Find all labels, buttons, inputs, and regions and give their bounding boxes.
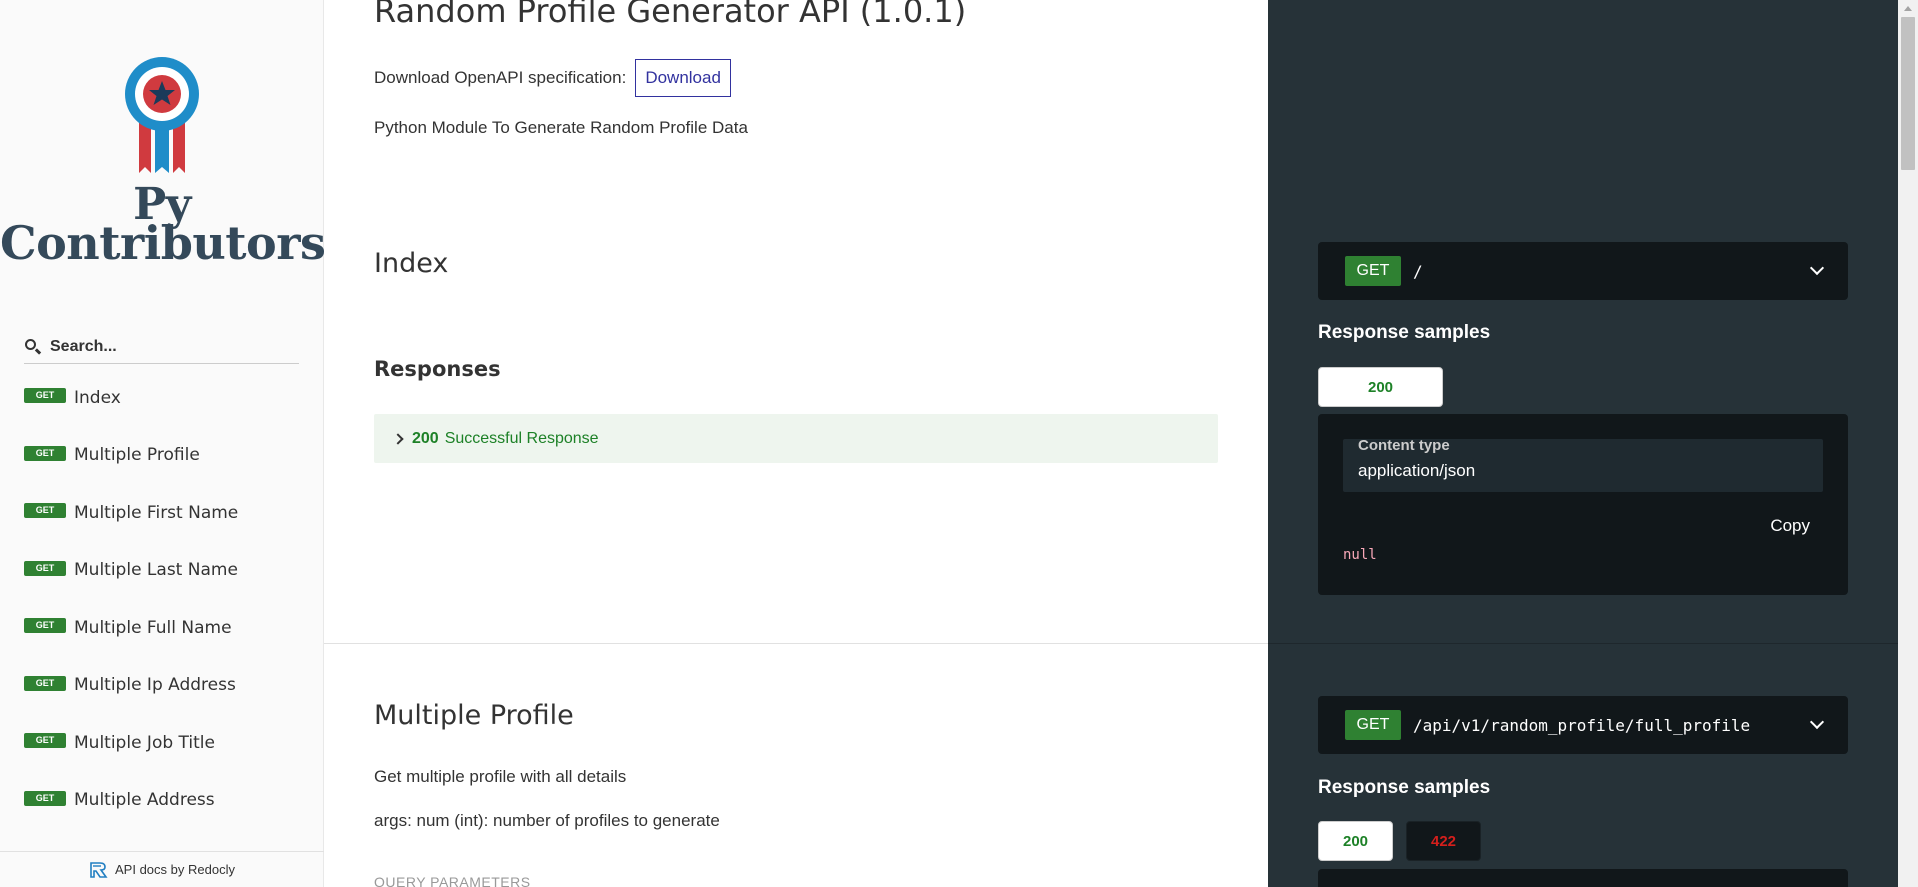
method-badge: GET (1345, 256, 1401, 286)
sidebar-nav: GET Index GET Multiple Profile GET Multi… (0, 369, 324, 829)
sidebar-item-index[interactable]: GET Index (0, 369, 324, 427)
page-scrollbar[interactable] (1898, 0, 1918, 887)
search-input[interactable] (50, 337, 290, 356)
content-type-value: application/json (1358, 461, 1476, 480)
sidebar-item-label: Multiple Last Name (74, 560, 238, 581)
sidebar-item-label: Index (74, 387, 121, 408)
api-description: Python Module To Generate Random Profile… (374, 118, 748, 137)
endpoint-bar-index[interactable]: GET / (1318, 242, 1848, 300)
chevron-down-icon (1809, 714, 1825, 730)
sidebar: Py Contributors GET Index GET Multiple P… (0, 0, 326, 887)
copy-button[interactable]: Copy (1770, 516, 1810, 536)
code-sample: null (1343, 547, 1377, 563)
sidebar-item-label: Multiple First Name (74, 502, 239, 523)
tab-status-422[interactable]: 422 (1406, 821, 1481, 861)
multiple-profile-args: args: num (int): number of profiles to g… (374, 811, 720, 830)
sidebar-item-label: Multiple Job Title (74, 732, 215, 753)
response-sample-box: Content type application/json Copy null (1318, 414, 1848, 595)
get-badge: GET (24, 733, 66, 749)
get-badge: GET (24, 560, 66, 576)
redocly-link[interactable]: API docs by Redocly (0, 851, 324, 887)
logo-text-contributors: Contributors (0, 216, 326, 270)
content-type-label: Content type (1358, 437, 1450, 454)
section-title-multiple-profile: Multiple Profile (374, 700, 574, 731)
search-box (24, 330, 299, 364)
tab-status-200[interactable]: 200 (1318, 821, 1393, 861)
sidebar-item-multiple-job-title[interactable]: GET Multiple Job Title (0, 714, 324, 772)
chevron-down-icon (1809, 260, 1825, 276)
response-samples-title: Response samples (1318, 777, 1491, 798)
download-label: Download OpenAPI specification: (374, 68, 627, 87)
response-samples-title: Response samples (1318, 322, 1491, 343)
response-code: 200 (412, 429, 439, 447)
sidebar-item-label: Multiple Address (74, 790, 215, 811)
response-text: Successful Response (444, 429, 599, 447)
sidebar-item-label: Multiple Full Name (74, 617, 232, 638)
response-200-row[interactable]: 200 Successful Response (374, 414, 1218, 463)
pycontributors-logo[interactable]: Py Contributors (0, 55, 326, 270)
search-icon (24, 338, 42, 356)
main-content: Random Profile Generator API (1.0.1) Dow… (324, 0, 1268, 887)
page-title: Random Profile Generator API (1.0.1) (374, 0, 967, 30)
scrollbar-thumb[interactable] (1901, 17, 1915, 170)
get-badge: GET (24, 675, 66, 691)
download-button[interactable]: Download (635, 59, 731, 97)
get-badge: GET (24, 618, 66, 634)
get-badge: GET (24, 445, 66, 461)
content-type-box[interactable]: Content type application/json (1343, 437, 1823, 492)
redocly-text: API docs by Redocly (115, 862, 235, 877)
sidebar-item-multiple-ip-address[interactable]: GET Multiple Ip Address (0, 657, 324, 715)
ribbon-badge-icon (125, 57, 199, 173)
get-badge: GET (24, 790, 66, 806)
multiple-profile-description: Get multiple profile with all details (374, 767, 627, 786)
endpoint-bar-full-profile[interactable]: GET /api/v1/random_profile/full_profile (1318, 696, 1848, 754)
section-divider-dark (1268, 643, 1898, 644)
redocly-icon (90, 861, 108, 878)
sidebar-item-multiple-address[interactable]: GET Multiple Address (0, 772, 324, 830)
scroll-up-arrow-icon[interactable] (1904, 6, 1912, 11)
sidebar-item-multiple-profile[interactable]: GET Multiple Profile (0, 427, 324, 485)
query-parameters-heading: QUERY PARAMETERS (374, 874, 531, 887)
method-badge: GET (1345, 710, 1401, 740)
sidebar-item-multiple-last-name[interactable]: GET Multiple Last Name (0, 542, 324, 600)
sidebar-item-multiple-first-name[interactable]: GET Multiple First Name (0, 484, 324, 542)
samples-panel: GET / Response samples 200 Content type … (1268, 0, 1898, 887)
get-badge: GET (24, 388, 66, 404)
section-divider (324, 643, 1268, 644)
response-sample-box (1318, 869, 1848, 887)
endpoint-path: / (1413, 261, 1423, 281)
sidebar-item-label: Multiple Profile (74, 445, 200, 466)
chevron-right-icon (392, 432, 404, 445)
tab-status-200[interactable]: 200 (1318, 367, 1443, 407)
responses-title: Responses (374, 357, 501, 381)
sidebar-item-label: Multiple Ip Address (74, 675, 236, 696)
get-badge: GET (24, 503, 66, 519)
endpoint-path: /api/v1/random_profile/full_profile (1413, 715, 1751, 735)
sidebar-item-multiple-full-name[interactable]: GET Multiple Full Name (0, 599, 324, 657)
download-row: Download OpenAPI specification: Download (374, 59, 731, 97)
section-title-index: Index (374, 248, 449, 279)
